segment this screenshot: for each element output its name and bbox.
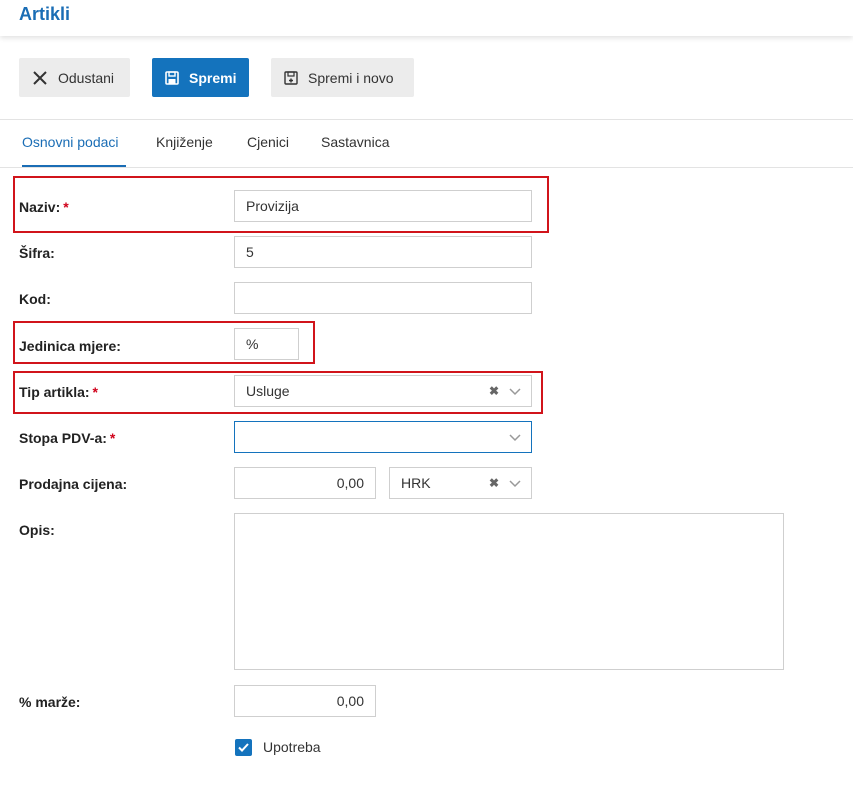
stopa-pdv-label-text: Stopa PDV-a:: [19, 430, 107, 446]
save-button[interactable]: Spremi: [152, 58, 249, 97]
stopa-pdv-label: Stopa PDV-a: *: [19, 430, 115, 446]
save-and-new-button-label: Spremi i novo: [308, 69, 394, 86]
currency-value: HRK: [401, 475, 431, 491]
save-new-icon: [284, 70, 298, 85]
required-mark: *: [92, 384, 98, 400]
prodajna-cijena-value: 0,00: [336, 475, 364, 491]
marza-label: % marže:: [19, 694, 81, 710]
naziv-label: Naziv: *: [19, 199, 69, 215]
required-mark: *: [63, 199, 69, 215]
close-icon: [32, 70, 48, 86]
jedinica-mjere-label: Jedinica mjere:: [19, 338, 121, 354]
checkmark-icon: [238, 743, 249, 752]
kod-input[interactable]: [234, 282, 532, 314]
page-header: Artikli: [0, 0, 853, 36]
jedinica-mjere-value: %: [246, 336, 259, 352]
prodajna-cijena-label: Prodajna cijena:: [19, 476, 128, 492]
save-and-new-button[interactable]: Spremi i novo: [271, 58, 414, 97]
marza-input[interactable]: 0,00: [234, 685, 376, 717]
tip-artikla-label-text: Tip artikla:: [19, 384, 90, 400]
cancel-button[interactable]: Odustani: [19, 58, 130, 97]
naziv-label-text: Naziv:: [19, 199, 61, 215]
naziv-value: Provizija: [246, 198, 299, 214]
toolbar: Odustani Spremi Spremi i novo: [0, 36, 853, 120]
tip-artikla-select[interactable]: Usluge ✖: [234, 375, 532, 407]
marza-value: 0,00: [336, 693, 364, 709]
chevron-down-icon[interactable]: [509, 429, 521, 445]
naziv-input[interactable]: Provizija: [234, 190, 532, 222]
tip-artikla-value: Usluge: [246, 383, 290, 399]
chevron-down-icon[interactable]: [509, 383, 521, 399]
tip-artikla-label: Tip artikla: *: [19, 384, 98, 400]
page-title: Artikli: [19, 4, 71, 24]
upotreba-checkbox[interactable]: [235, 739, 252, 756]
save-icon: [165, 70, 179, 85]
sifra-label: Šifra:: [19, 245, 55, 261]
opis-label: Opis:: [19, 522, 55, 538]
sifra-value: 5: [246, 244, 254, 260]
upotreba-label: Upotreba: [263, 739, 321, 755]
jedinica-mjere-input[interactable]: %: [234, 328, 299, 360]
chevron-down-icon[interactable]: [509, 475, 521, 491]
clear-icon[interactable]: ✖: [489, 384, 499, 398]
tab-bar: Osnovni podaci Knjiženje Cjenici Sastavn…: [0, 120, 853, 168]
sifra-input[interactable]: 5: [234, 236, 532, 268]
tab-knjizenje[interactable]: Knjiženje: [156, 134, 213, 167]
cancel-button-label: Odustani: [58, 69, 115, 86]
currency-select[interactable]: HRK ✖: [389, 467, 532, 499]
kod-label: Kod:: [19, 291, 51, 307]
tab-cjenici[interactable]: Cjenici: [247, 134, 289, 167]
tab-sastavnica[interactable]: Sastavnica: [321, 134, 389, 167]
tab-osnovni-podaci[interactable]: Osnovni podaci: [22, 134, 126, 167]
stopa-pdv-select[interactable]: [234, 421, 532, 453]
clear-icon[interactable]: ✖: [489, 476, 499, 490]
save-button-label: Spremi: [189, 69, 237, 86]
opis-textarea[interactable]: [234, 513, 784, 670]
required-mark: *: [109, 430, 116, 446]
prodajna-cijena-input[interactable]: 0,00: [234, 467, 376, 499]
